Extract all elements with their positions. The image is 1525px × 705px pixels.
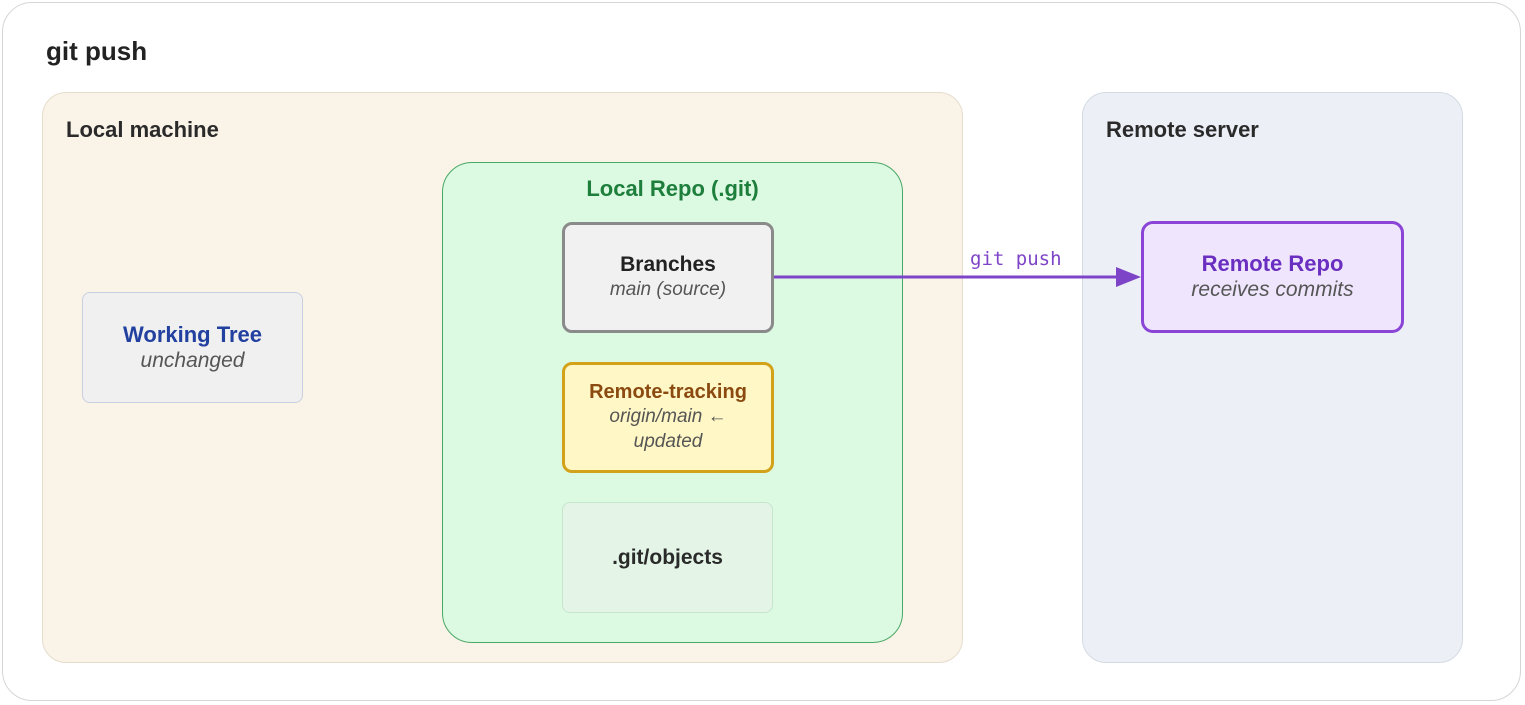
git-push-arrowhead: [1116, 267, 1141, 287]
git-push-edge-label: git push: [970, 248, 1062, 270]
edge-layer: [774, 267, 1141, 287]
